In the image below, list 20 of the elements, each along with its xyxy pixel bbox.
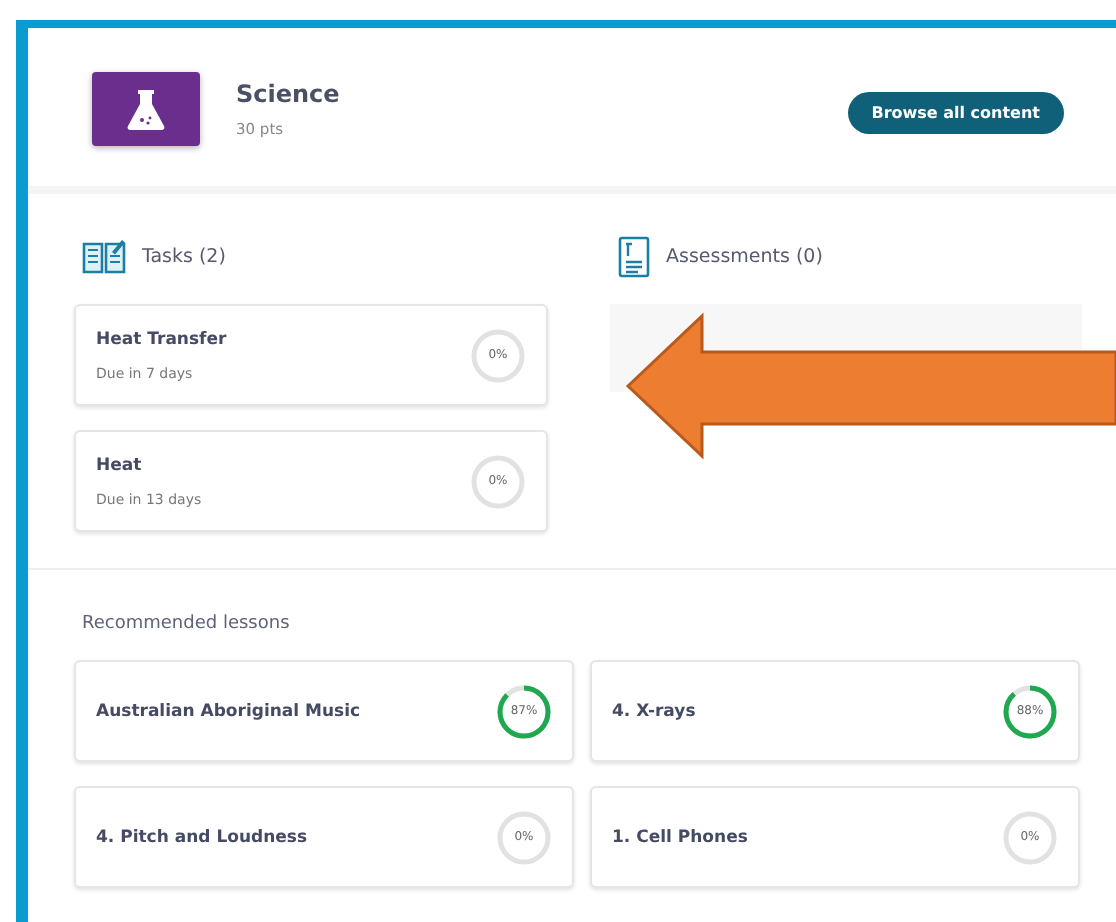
progress-ring [496, 683, 552, 739]
task-title: Heat Transfer [96, 329, 229, 349]
task-title: Heat [96, 455, 144, 475]
progress-ring [496, 809, 552, 865]
progress-ring [470, 327, 526, 383]
book-icon [82, 236, 126, 276]
lesson-title: Australian Aboriginal Music [96, 701, 363, 721]
progress-ring [1002, 683, 1058, 739]
recommended-heading: Recommended lessons [82, 614, 292, 634]
tasks-heading: Tasks (2) [142, 245, 226, 267]
progress-ring [470, 453, 526, 509]
browse-button[interactable]: Browse all content [847, 92, 1064, 134]
progress-ring [1002, 809, 1058, 865]
lesson-title: 4. Pitch and Loudness [96, 827, 310, 847]
flask-icon [126, 87, 166, 131]
lesson-title: 4. X-rays [612, 701, 698, 721]
document-icon [618, 234, 650, 278]
course-title: Science [236, 80, 342, 108]
assessments-heading: Assessments (0) [666, 245, 823, 267]
lesson-title: 1. Cell Phones [612, 827, 750, 847]
